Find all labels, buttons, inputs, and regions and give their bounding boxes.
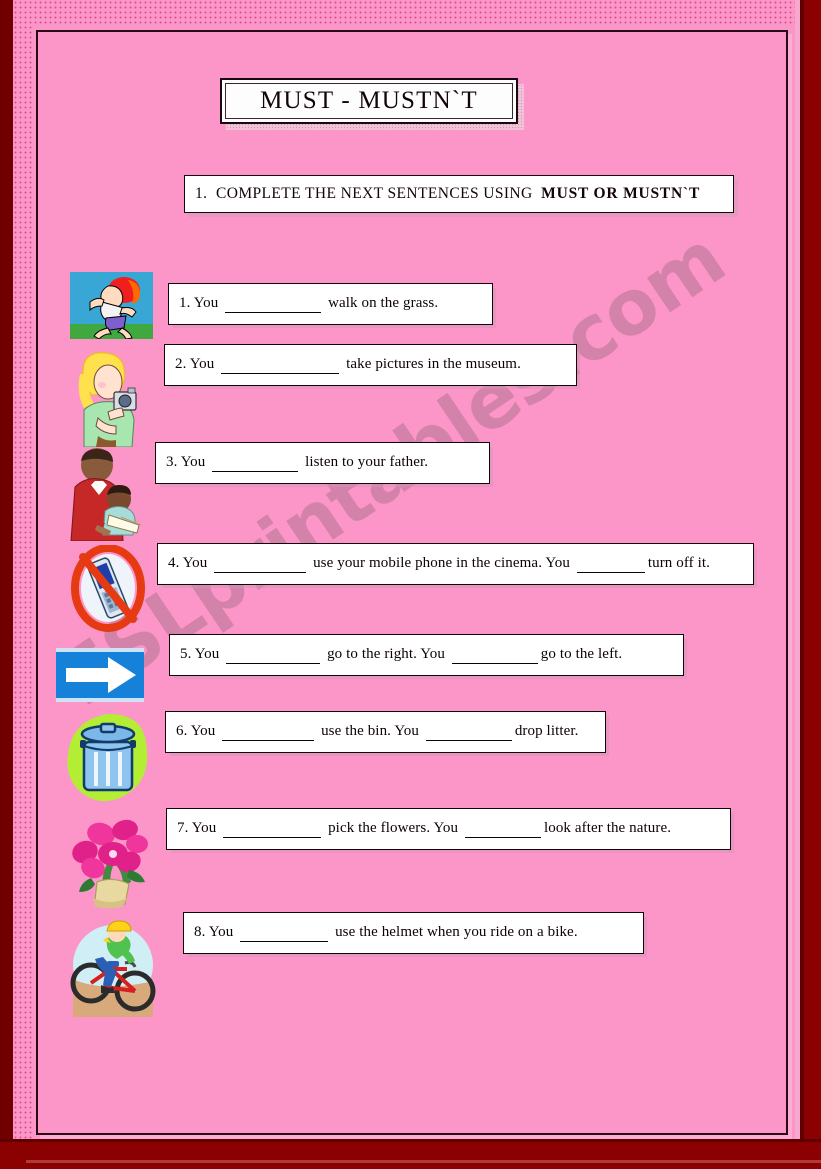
sentence-predicate: use the helmet when you ride on a bike. [331, 924, 578, 940]
sentence-number: 2. [175, 356, 190, 372]
page-edge-right [800, 0, 821, 1140]
sentence-subject: You [208, 924, 238, 940]
sentence-text: 7. You pick the flowers. You look after … [177, 820, 671, 838]
answer-blank-2[interactable] [451, 646, 538, 664]
sentence-number: 1. [179, 295, 194, 311]
sentence-subject-2: You [391, 723, 423, 739]
sentence-predicate: go to the right. [323, 646, 418, 662]
sentence-predicate: pick the flowers. [324, 820, 431, 836]
instruction-number: 1. [195, 185, 208, 202]
sentence-box-6[interactable]: 6. You use the bin. You drop litter. [165, 711, 609, 756]
sentence-subject: You [182, 555, 212, 571]
title-box: MUST - MUSTN`T [220, 78, 518, 124]
sentence-text: 3. You listen to your father. [166, 454, 428, 472]
sentence-predicate: walk on the grass. [324, 295, 439, 311]
sentence-number: 5. [180, 646, 195, 662]
worksheet-page: ESLprintables.com MUST - MUSTN`T 1. COMP… [0, 0, 821, 1169]
answer-blank-1[interactable] [226, 646, 321, 664]
running-girl-icon [70, 272, 153, 339]
answer-blank-1[interactable] [212, 454, 299, 472]
sentence-subject: You [194, 646, 224, 662]
sentence-number: 6. [176, 723, 191, 739]
sentence-text: 4. You use your mobile phone in the cine… [168, 555, 710, 573]
sentence-predicate-2: go to the left. [540, 646, 623, 662]
father-child-icon [67, 447, 151, 541]
sentence-predicate: listen to your father. [301, 454, 429, 470]
answer-blank-1[interactable] [223, 820, 322, 838]
sentence-subject: You [189, 356, 219, 372]
bicycle-boy-icon [67, 917, 159, 1017]
instruction-text: 1. COMPLETE THE NEXT SENTENCES USING MUS… [195, 185, 700, 203]
title-block: MUST - MUSTN`T [220, 78, 524, 130]
sentence-predicate-2: drop litter. [514, 723, 579, 739]
instruction-block: 1. COMPLETE THE NEXT SENTENCES USING MUS… [184, 175, 738, 217]
sentence-text: 2. You take pictures in the museum. [175, 356, 521, 374]
sentence-subject: You [193, 295, 223, 311]
sentence-predicate: take pictures in the museum. [342, 356, 521, 372]
sentence-number: 7. [177, 820, 192, 836]
instruction-box: 1. COMPLETE THE NEXT SENTENCES USING MUS… [184, 175, 734, 213]
sentence-number: 3. [166, 454, 181, 470]
sentence-predicate-2: turn off it. [647, 555, 710, 571]
page-edge-bottom-highlight [26, 1160, 821, 1163]
answer-blank-2[interactable] [425, 723, 512, 741]
sentence-subject-2: You [417, 646, 449, 662]
sentence-text: 5. You go to the right. You go to the le… [180, 646, 622, 664]
pink-flowers-icon [67, 810, 159, 908]
sentence-box-3[interactable]: 3. You listen to your father. [155, 442, 493, 487]
answer-blank-1[interactable] [214, 555, 307, 573]
page-title: MUST - MUSTN`T [260, 87, 478, 114]
instruction-bold: MUST OR MUSTN`T [541, 185, 701, 202]
page-edge-left [0, 0, 13, 1145]
answer-blank-1[interactable] [225, 295, 322, 313]
sentence-subject: You [180, 454, 210, 470]
instruction-body: COMPLETE THE NEXT SENTENCES USING [216, 185, 533, 202]
blue-right-arrow-icon [56, 648, 144, 702]
answer-blank-2[interactable] [576, 555, 645, 573]
sentence-box-7[interactable]: 7. You pick the flowers. You look after … [166, 808, 734, 853]
no-mobile-phone-icon [71, 545, 146, 632]
sentence-text: 1. You walk on the grass. [179, 295, 438, 313]
sentence-subject-2: You [542, 555, 574, 571]
sentence-box-2[interactable]: 2. You take pictures in the museum. [164, 344, 580, 389]
sentence-number: 4. [168, 555, 183, 571]
answer-blank-2[interactable] [464, 820, 541, 838]
sentence-box-1[interactable]: 1. You walk on the grass. [168, 283, 496, 328]
sentence-text: 6. You use the bin. You drop litter. [176, 723, 579, 741]
sentence-subject: You [190, 723, 220, 739]
sentence-predicate: use the bin. [317, 723, 392, 739]
answer-blank-1[interactable] [222, 723, 315, 741]
sentence-predicate: use your mobile phone in the cinema. [309, 555, 543, 571]
worksheet-content: MUST - MUSTN`T 1. COMPLETE THE NEXT SENT… [38, 32, 790, 1133]
sentence-number: 8. [194, 924, 209, 940]
sentence-text: 8. You use the helmet when you ride on a… [194, 924, 578, 942]
sentence-predicate-2: look after the nature. [543, 820, 672, 836]
woman-camera-icon [68, 352, 148, 447]
sentence-box-4[interactable]: 4. You use your mobile phone in the cine… [157, 543, 757, 588]
answer-blank-1[interactable] [221, 356, 340, 374]
dotted-top-margin [13, 0, 808, 26]
sentence-box-5[interactable]: 5. You go to the right. You go to the le… [169, 634, 687, 679]
page-edge-bottom [0, 1139, 821, 1169]
sentence-box-8[interactable]: 8. You use the helmet when you ride on a… [183, 912, 647, 957]
blue-bin-icon [62, 712, 154, 804]
sentence-subject: You [191, 820, 221, 836]
sentence-subject-2: You [430, 820, 462, 836]
answer-blank-1[interactable] [240, 924, 329, 942]
worksheet-frame: ESLprintables.com MUST - MUSTN`T 1. COMP… [36, 30, 788, 1135]
dotted-left-margin [13, 0, 33, 1140]
